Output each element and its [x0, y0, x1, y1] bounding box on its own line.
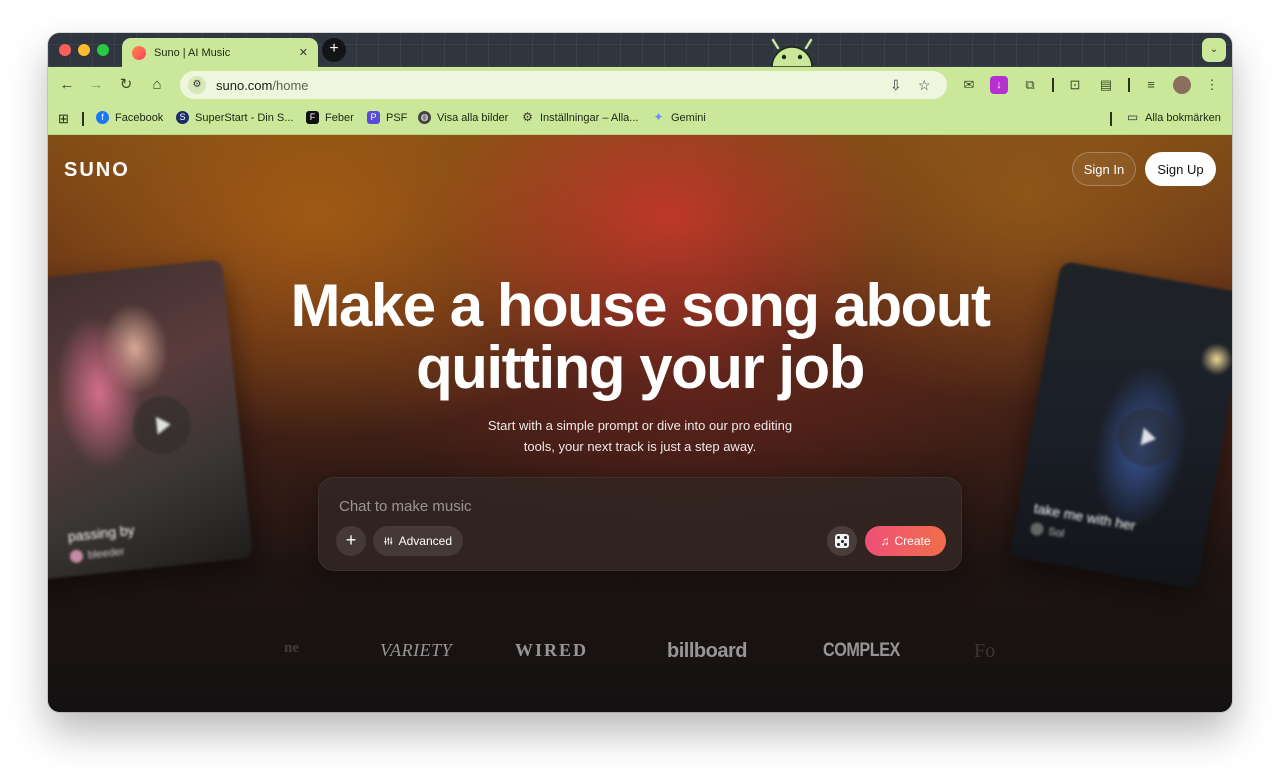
bookmark-installningar[interactable]: ⚙ Inställningar – Alla...	[521, 111, 638, 124]
bookmark-label: Feber	[325, 111, 354, 124]
screen: Suno | AI Music ✕ + ⌄ ← → ↻ ⌂ ⚙ suno.com…	[0, 0, 1280, 775]
feber-icon: F	[306, 111, 319, 124]
bookmark-psf[interactable]: P PSF	[367, 111, 407, 124]
create-button[interactable]: ♫ Create	[865, 526, 946, 556]
billboard-logo: billboard	[667, 640, 747, 662]
browser-window: Suno | AI Music ✕ + ⌄ ← → ↻ ⌂ ⚙ suno.com…	[48, 33, 1232, 712]
tab-suno[interactable]: Suno | AI Music ✕	[122, 38, 318, 67]
new-tab-button[interactable]: +	[322, 38, 346, 62]
play-icon[interactable]	[129, 393, 194, 458]
url-text: suno.com/home	[216, 78, 309, 93]
advanced-label: Advanced	[398, 534, 452, 548]
all-bookmarks-folder[interactable]: ▭ Alla bokmärken	[1126, 111, 1221, 124]
headline-line-2: quitting your job	[416, 334, 865, 401]
add-attachment-button[interactable]: +	[336, 526, 366, 556]
random-prompt-button[interactable]	[827, 526, 857, 556]
bookmark-label: Facebook	[115, 111, 164, 124]
press-logo-faded-left: ne	[284, 640, 299, 656]
install-app-icon[interactable]: ⇩	[890, 77, 902, 94]
close-window-button[interactable]	[59, 44, 71, 56]
bookmark-label: Visa alla bilder	[437, 111, 509, 124]
reload-button[interactable]: ↻	[116, 75, 136, 95]
all-bookmarks-label: Alla bokmärken	[1145, 111, 1221, 124]
bookmark-facebook[interactable]: f Facebook	[96, 111, 163, 124]
bookmarks-separator	[82, 112, 84, 126]
tab-search-button[interactable]: ⌄	[1202, 38, 1226, 62]
bookmark-gemini[interactable]: ✦ Gemini	[652, 110, 706, 124]
subtitle-line-1: Start with a simple prompt or dive into …	[487, 418, 793, 433]
bookmark-label: Gemini	[671, 111, 706, 124]
superstart-icon: S	[176, 111, 189, 124]
forward-button[interactable]: →	[86, 75, 106, 95]
headline-line-1: Make a house song about	[290, 272, 991, 339]
dice-icon	[835, 534, 849, 548]
toolbar-separator	[1052, 78, 1054, 92]
bookmark-label: PSF	[386, 111, 408, 124]
complex-logo: COMPLEX	[823, 640, 900, 661]
song-title: passing by	[67, 521, 136, 545]
song-artist: bleeder	[69, 545, 125, 564]
bookmark-visa-alla-bilder[interactable]: ◍ Visa alla bilder	[418, 111, 508, 124]
address-bar[interactable]: ⚙ suno.com/home ⇩ ☆	[180, 71, 947, 99]
menu-kebab-icon[interactable]: ⋮	[1203, 76, 1221, 94]
tab-title: Suno | AI Music	[154, 46, 231, 59]
gear-icon: ⚙	[522, 110, 533, 124]
back-button[interactable]: ←	[57, 75, 77, 95]
bookmark-feber[interactable]: F Feber	[306, 111, 354, 124]
sliders-icon	[384, 537, 393, 545]
artist-avatar	[69, 549, 84, 564]
cast-icon[interactable]: ⊡	[1066, 76, 1084, 94]
suno-home-page: SUNO Sign In Sign Up passing by bleeder …	[48, 135, 1232, 712]
profile-avatar[interactable]	[1173, 76, 1191, 94]
variety-logo: VARIETY	[380, 640, 453, 660]
create-label: Create	[894, 534, 931, 548]
facebook-icon: f	[96, 111, 109, 124]
song-artist: Sol	[1029, 521, 1066, 541]
artist-avatar	[1029, 521, 1045, 537]
wired-logo: WIRED	[515, 640, 589, 660]
sign-up-button[interactable]: Sign Up	[1145, 152, 1216, 186]
bookmarks-bar: ⊞ f Facebook S SuperStart - Din S... F F…	[48, 103, 1232, 135]
bookmark-label: Inställningar – Alla...	[540, 111, 639, 124]
bookmark-star-icon[interactable]: ☆	[918, 77, 931, 94]
minimize-window-button[interactable]	[78, 44, 90, 56]
artist-name: bleeder	[87, 545, 126, 562]
url-path: /home	[272, 77, 309, 93]
home-button[interactable]: ⌂	[147, 75, 167, 95]
subtitle-line-2: tools, your next track is just a step aw…	[523, 439, 757, 454]
toolbar-separator	[1128, 78, 1130, 92]
url-host: suno.com	[216, 77, 273, 93]
android-theme-icon	[771, 38, 813, 67]
reading-list-icon[interactable]: ▤	[1097, 76, 1115, 94]
suno-favicon-icon	[132, 45, 146, 60]
extensions-puzzle-icon[interactable]: ⧉	[1021, 76, 1039, 94]
mail-extension-icon[interactable]: ✉	[960, 76, 978, 94]
tab-close-icon[interactable]: ✕	[299, 46, 308, 59]
chat-input[interactable]	[339, 495, 939, 517]
suno-logo[interactable]: SUNO	[64, 159, 130, 182]
gemini-icon: ✦	[653, 110, 664, 124]
bookmark-superstart[interactable]: S SuperStart - Din S...	[176, 111, 293, 124]
site-info-icon[interactable]: ⚙	[188, 76, 206, 94]
browser-toolbar: ← → ↻ ⌂ ⚙ suno.com/home ⇩ ☆ ✉ ↓ ⧉ ⊡ ▤ ≡ …	[48, 67, 1232, 103]
apps-grid-icon[interactable]: ⊞	[58, 111, 69, 127]
sign-in-button[interactable]: Sign In	[1072, 152, 1136, 186]
media-control-icon[interactable]: ≡	[1142, 76, 1160, 94]
folder-icon: ▭	[1126, 110, 1139, 124]
hero-subtitle: Start with a simple prompt or dive into …	[460, 415, 820, 457]
play-icon[interactable]	[1113, 403, 1181, 471]
chat-composer: + Advanced	[318, 477, 962, 571]
bookmarks-separator	[1110, 112, 1112, 126]
advanced-button[interactable]: Advanced	[373, 526, 463, 556]
music-note-icon: ♫	[880, 534, 890, 548]
tab-strip: Suno | AI Music ✕ + ⌄	[48, 33, 1232, 67]
bookmark-label: SuperStart - Din S...	[195, 111, 294, 124]
press-logo-faded-right: Fo	[974, 640, 996, 662]
artist-name: Sol	[1047, 525, 1066, 540]
hero-headline: Make a house song about quitting your jo…	[208, 275, 1072, 399]
globe-icon: ◍	[418, 111, 431, 124]
psf-icon: P	[367, 111, 380, 124]
download-extension-icon[interactable]: ↓	[990, 76, 1008, 94]
maximize-window-button[interactable]	[97, 44, 109, 56]
